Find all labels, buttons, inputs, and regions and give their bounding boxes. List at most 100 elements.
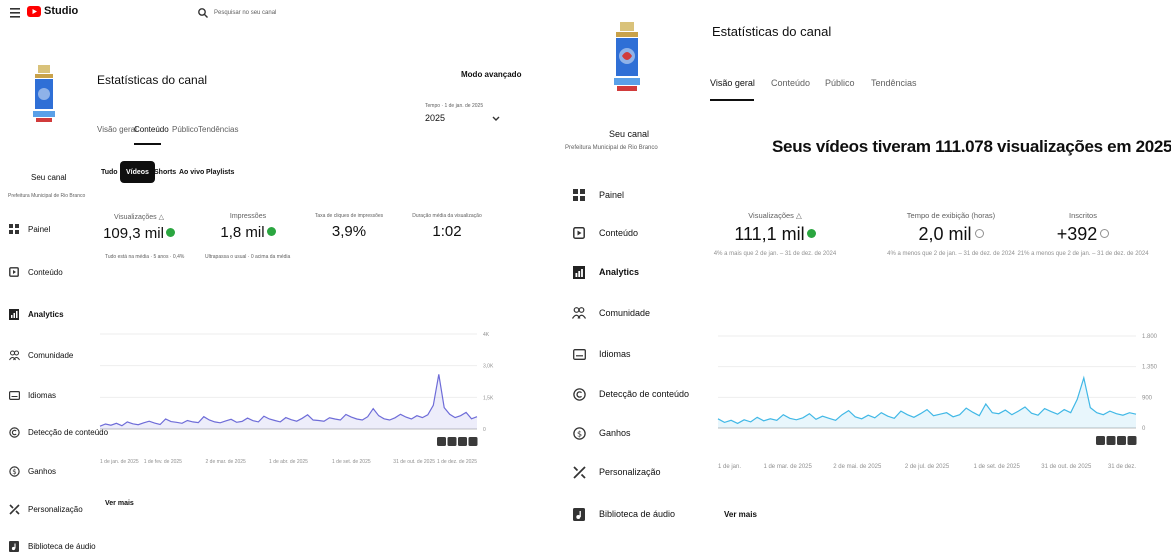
metric-value: 111,1 mil bbox=[734, 224, 805, 244]
metric-impressoes[interactable]: Impressões 1,8 mil bbox=[193, 213, 303, 241]
sidebar-item-idiomas[interactable]: Idiomas bbox=[8, 385, 56, 405]
metric-value: 3,9% bbox=[331, 223, 367, 240]
metric-note: Tudo está na média · 5 anos · 0,4% bbox=[105, 254, 185, 260]
community-icon bbox=[8, 349, 20, 361]
chart-control-button bbox=[1106, 436, 1116, 445]
customization-icon bbox=[572, 465, 586, 479]
sidebar-item-conteudo[interactable]: Conteúdo bbox=[8, 262, 63, 282]
y-tick-label: 1.350 bbox=[1142, 365, 1158, 371]
x-tick-label: 1 de abr. de 2025 bbox=[269, 459, 308, 465]
menu-icon[interactable] bbox=[10, 8, 22, 18]
channel-avatar[interactable] bbox=[31, 65, 57, 147]
metric-duracao-media[interactable]: Duração média da visualização 1:02 bbox=[392, 213, 502, 240]
sidebar-item-label: Biblioteca de áudio bbox=[28, 541, 96, 551]
active-tab-indicator bbox=[134, 143, 161, 145]
sidebar-item-personalizacao[interactable]: Personalização bbox=[8, 499, 83, 519]
sidebar-item-painel[interactable]: Painel bbox=[572, 184, 624, 206]
x-tick-label: 31 de out. de 2025 bbox=[1041, 464, 1092, 470]
advanced-mode-link[interactable]: Modo avançado bbox=[461, 70, 521, 79]
sidebar-item-label: Detecção de conteúdo bbox=[599, 389, 690, 399]
sidebar-item-deteccao[interactable]: Detecção de conteúdo bbox=[572, 383, 689, 405]
channel-name: Seu canal bbox=[31, 173, 67, 182]
chip-playlists[interactable]: Playlists bbox=[200, 161, 240, 183]
views-line-chart[interactable]: 1.800 1.350 900 0 1 de jan. 1 de mar. de 2025… bbox=[717, 330, 1158, 480]
sidebar-item-label: Biblioteca de áudio bbox=[599, 509, 676, 519]
metric-visualizacoes[interactable]: Visualizações △ 111,1 mil 4% a mais que … bbox=[690, 211, 860, 257]
see-more-link[interactable]: Ver mais bbox=[105, 500, 134, 507]
metric-comparison: 4% a mais que 2 de jan. – 31 de dez. de … bbox=[713, 251, 837, 257]
sidebar-item-deteccao[interactable]: Detecção de conteúdo bbox=[8, 422, 108, 442]
tab-visao-geral[interactable]: Visão geral bbox=[97, 125, 137, 134]
headline: Seus vídeos tiveram 111.078 visualizaçõe… bbox=[772, 137, 1171, 156]
customization-icon bbox=[8, 503, 20, 515]
studio-logo[interactable]: Studio bbox=[27, 5, 78, 17]
tab-tendencias[interactable]: Tendências bbox=[198, 125, 238, 134]
period-select[interactable]: 2025 bbox=[425, 113, 445, 123]
metric-ctr[interactable]: Taxa de cliques de impressões 3,9% bbox=[294, 213, 404, 240]
sidebar-item-label: Personalização bbox=[28, 504, 83, 514]
metric-inscritos[interactable]: Inscritos +392 21% a menos que 2 de jan.… bbox=[998, 211, 1168, 257]
sidebar-item-label: Painel bbox=[28, 224, 51, 234]
sidebar-item-label: Ganhos bbox=[28, 466, 57, 476]
audio-library-icon bbox=[8, 540, 20, 552]
dollar-icon: $ bbox=[8, 465, 20, 477]
tab-conteudo[interactable]: Conteúdo bbox=[134, 125, 169, 134]
sidebar-item-label: Conteúdo bbox=[28, 267, 63, 277]
metric-visualizacoes[interactable]: Visualizações △ 109,3 mil bbox=[84, 213, 194, 242]
sidebar-item-label: Detecção de conteúdo bbox=[28, 427, 109, 437]
search-bar[interactable]: Pesquisar no seu canal bbox=[198, 8, 276, 18]
page-title: Estatísticas do canal bbox=[97, 73, 208, 87]
x-tick-label: 1 de set. de 2025 bbox=[332, 459, 371, 465]
sidebar-item-ganhos[interactable]: $ Ganhos bbox=[572, 422, 631, 444]
sidebar-item-label: Comunidade bbox=[599, 308, 651, 318]
chart-control-button bbox=[1096, 436, 1105, 445]
see-more-link[interactable]: Ver mais bbox=[724, 510, 757, 519]
views-line-chart[interactable]: 4K 3,0K 1,5K 0 1 de jan. de 2025 1 de fev. de… bbox=[99, 330, 495, 465]
search-input[interactable]: Pesquisar no seu canal bbox=[214, 10, 276, 16]
sidebar-item-comunidade[interactable]: Comunidade bbox=[8, 345, 73, 365]
right-studio-panel: Seu canal Prefeitura Municipal de Rio Br… bbox=[560, 0, 1171, 558]
chart-control-button bbox=[468, 437, 478, 446]
sidebar-item-analytics[interactable]: Analytics bbox=[8, 304, 64, 324]
left-studio-panel: Studio Pesquisar no seu canal Seu canal … bbox=[0, 0, 560, 558]
channel-name: Seu canal bbox=[609, 129, 650, 139]
tab-publico[interactable]: Público bbox=[825, 78, 855, 88]
sidebar-item-conteudo[interactable]: Conteúdo bbox=[572, 222, 638, 244]
content-icon bbox=[572, 226, 586, 240]
sidebar-item-ganhos[interactable]: $ Ganhos bbox=[8, 461, 56, 481]
y-tick-label: 1.800 bbox=[1142, 334, 1158, 340]
y-tick-label: 0 bbox=[483, 427, 486, 433]
audio-library-icon bbox=[572, 507, 586, 521]
tab-visao-geral[interactable]: Visão geral bbox=[710, 78, 755, 88]
sidebar-item-personalizacao[interactable]: Personalização bbox=[572, 461, 661, 483]
subtitles-icon bbox=[8, 389, 20, 401]
x-tick-label: 1 de jan. de 2025 bbox=[100, 459, 139, 465]
metric-note: Ultrapassa o usual · 0 acima da média bbox=[205, 254, 291, 260]
chart-control-button bbox=[1127, 436, 1137, 445]
sidebar-item-label: Painel bbox=[599, 190, 625, 200]
x-tick-label: 2 de jul. de 2025 bbox=[905, 464, 950, 470]
sidebar-item-painel[interactable]: Painel bbox=[8, 219, 50, 239]
tab-tendencias[interactable]: Tendências bbox=[871, 78, 917, 88]
sidebar-item-analytics[interactable]: Analytics bbox=[572, 261, 639, 283]
x-tick-label: 1 de set. de 2025 bbox=[973, 464, 1020, 470]
neutral-status-icon bbox=[1100, 228, 1110, 238]
chart-control-button bbox=[437, 437, 446, 446]
x-tick-label: 31 de dez. bbox=[1108, 464, 1136, 470]
analytics-icon bbox=[572, 265, 586, 279]
sidebar-item-comunidade[interactable]: Comunidade bbox=[571, 302, 651, 324]
channel-avatar[interactable] bbox=[610, 22, 644, 102]
community-icon bbox=[571, 306, 587, 320]
tab-publico[interactable]: Público bbox=[172, 125, 198, 134]
metric-value: 1:02 bbox=[432, 223, 462, 240]
sidebar-item-biblioteca[interactable]: Biblioteca de áudio bbox=[572, 503, 675, 525]
period-label: Tempo · 1 de jan. de 2025 bbox=[425, 103, 484, 109]
active-tab-indicator bbox=[710, 99, 754, 101]
sidebar-item-label: Analytics bbox=[28, 309, 64, 319]
dashboard-icon bbox=[572, 188, 586, 202]
sidebar-item-biblioteca[interactable]: Biblioteca de áudio bbox=[8, 536, 96, 556]
chevron-down-icon[interactable] bbox=[492, 116, 500, 122]
sidebar-item-idiomas[interactable]: Idiomas bbox=[572, 343, 631, 365]
tab-conteudo[interactable]: Conteúdo bbox=[771, 78, 810, 88]
y-tick-label: 0 bbox=[1142, 426, 1146, 432]
